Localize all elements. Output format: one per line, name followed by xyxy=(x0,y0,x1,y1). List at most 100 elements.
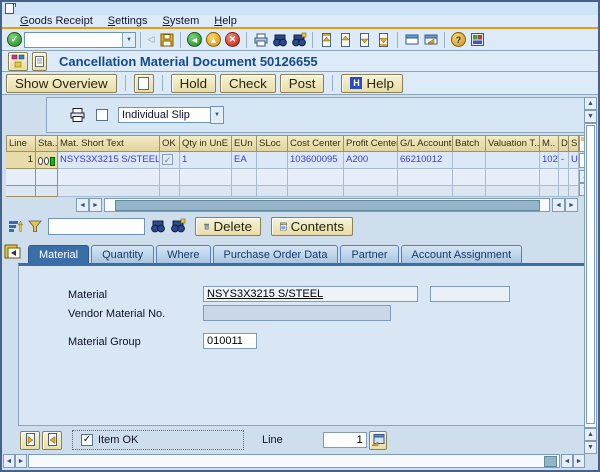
contents-button[interactable]: Contents xyxy=(271,217,353,236)
column-header[interactable]: Qty in UnE xyxy=(180,135,232,152)
main-vscroll-thumb[interactable] xyxy=(586,125,595,424)
table-row[interactable] xyxy=(6,186,579,197)
column-header[interactable]: Batch xyxy=(453,135,486,152)
previous-item-button[interactable] xyxy=(20,431,40,450)
cell-qty[interactable]: 1 xyxy=(180,152,232,169)
column-header[interactable]: SLoc xyxy=(257,135,288,152)
table-row[interactable] xyxy=(6,169,579,186)
main-vscroll-down-button2[interactable]: ▼ xyxy=(584,441,597,454)
cell-valuation_type[interactable] xyxy=(486,152,540,169)
menu-item[interactable]: Settings xyxy=(108,15,148,27)
menu-item[interactable]: System xyxy=(163,15,200,27)
delete-button[interactable]: Delete xyxy=(195,217,261,236)
help-button[interactable]: ? xyxy=(449,31,468,49)
table-find-button[interactable] xyxy=(149,217,167,235)
column-header[interactable]: Profit Center xyxy=(344,135,398,152)
main-vscroll-up-button[interactable]: ▲ xyxy=(584,97,597,110)
tab-quantity[interactable]: Quantity xyxy=(91,245,154,263)
find-button[interactable] xyxy=(270,31,289,49)
cell-short_text[interactable]: NSYS3X3215 S/STEEL xyxy=(58,152,160,169)
column-header[interactable]: Line xyxy=(6,135,36,152)
first-page-button[interactable] xyxy=(317,31,336,49)
check-button[interactable]: Check xyxy=(220,74,276,93)
show-overview-button[interactable]: Show Overview xyxy=(6,74,117,93)
create-shortcut-button[interactable] xyxy=(421,31,440,49)
command-field[interactable] xyxy=(25,34,122,46)
table-hscroll-thumb[interactable] xyxy=(115,200,540,211)
column-header[interactable]: Mat. Short Text xyxy=(58,135,160,152)
customize-layout-button[interactable] xyxy=(468,31,487,49)
command-enter-arrow-icon[interactable]: ◁ xyxy=(145,31,157,49)
column-header[interactable]: Cost Center xyxy=(288,135,344,152)
previous-page-button[interactable] xyxy=(336,31,355,49)
slip-type-combo[interactable]: Individual Slip ▼ xyxy=(118,106,224,124)
filter-button[interactable] xyxy=(26,217,44,235)
new-session-button[interactable] xyxy=(402,31,421,49)
table-hscroll-right-button2[interactable]: ► xyxy=(565,198,578,212)
table-hscroll-track[interactable] xyxy=(104,198,550,212)
material-group-field[interactable]: 010011 xyxy=(203,333,257,349)
main-vscroll-track[interactable] xyxy=(584,123,597,428)
find-next-button[interactable] xyxy=(289,31,308,49)
item-ok-checkbox[interactable]: ✓ xyxy=(81,434,93,446)
next-item-button[interactable] xyxy=(42,431,62,450)
exit-button[interactable]: ▲ xyxy=(204,31,223,49)
print-slip-checkbox[interactable] xyxy=(96,109,108,121)
table-hscroll-left-button[interactable]: ◄ xyxy=(76,198,89,212)
post-button[interactable]: Post xyxy=(280,74,325,93)
cell-cost_center[interactable]: 103600095 xyxy=(288,152,344,169)
cell-mvt[interactable]: 102 xyxy=(540,152,559,169)
cell-ok[interactable]: ✓ xyxy=(160,152,180,169)
last-page-button[interactable] xyxy=(374,31,393,49)
tab-material[interactable]: Material xyxy=(28,245,89,263)
material-extra-field[interactable] xyxy=(430,286,510,302)
cell-profit_center[interactable]: A200 xyxy=(344,152,398,169)
new-document-button[interactable] xyxy=(134,74,154,93)
sort-ascending-button[interactable] xyxy=(6,217,24,235)
table-search-input[interactable] xyxy=(49,219,144,234)
help-app-button[interactable]: H Help xyxy=(341,74,402,93)
main-hscroll-left-button[interactable]: ◄ xyxy=(3,454,15,468)
main-hscroll-thumb[interactable] xyxy=(544,456,557,467)
back-button[interactable]: ◄ xyxy=(185,31,204,49)
line-detail-button[interactable] xyxy=(369,431,387,450)
main-hscroll-track[interactable] xyxy=(28,454,560,468)
services-list-button[interactable] xyxy=(32,52,47,71)
main-vscroll-up-button2[interactable]: ▲ xyxy=(584,428,597,441)
tab-account-assignment[interactable]: Account Assignment xyxy=(401,245,523,263)
line-input[interactable] xyxy=(324,433,366,447)
column-header[interactable]: EUn xyxy=(232,135,257,152)
cell-s[interactable]: U xyxy=(569,152,579,169)
cell-d[interactable]: - xyxy=(559,152,569,169)
enter-button[interactable]: ✓ xyxy=(5,31,24,49)
column-header[interactable]: S xyxy=(569,135,579,152)
cell-status[interactable] xyxy=(36,152,58,169)
menu-item[interactable]: Help xyxy=(214,15,237,27)
command-history-icon[interactable]: ▼ xyxy=(122,33,135,47)
cell-line[interactable]: 1 xyxy=(6,152,36,169)
print-slip-icon[interactable] xyxy=(69,107,86,123)
main-hscroll-left-button2[interactable]: ◄ xyxy=(561,454,573,468)
cell-batch[interactable] xyxy=(453,152,486,169)
next-page-button[interactable] xyxy=(355,31,374,49)
main-hscroll-right-button2[interactable]: ► xyxy=(573,454,585,468)
overview-menu-button[interactable] xyxy=(8,52,28,71)
item-detail-button[interactable] xyxy=(4,243,21,260)
material-field[interactable]: NSYS3X3215 S/STEEL xyxy=(203,286,418,302)
column-header[interactable]: D xyxy=(559,135,569,152)
hold-button[interactable]: Hold xyxy=(171,74,216,93)
ok-checkbox[interactable]: ✓ xyxy=(162,154,173,165)
tab-purchase-order-data[interactable]: Purchase Order Data xyxy=(213,245,339,263)
tab-partner[interactable]: Partner xyxy=(340,245,398,263)
column-header[interactable]: M.. xyxy=(540,135,559,152)
main-hscroll-right-button[interactable]: ► xyxy=(15,454,27,468)
tab-where[interactable]: Where xyxy=(156,245,210,263)
cell-sloc[interactable] xyxy=(257,152,288,169)
table-hscroll-right-button[interactable]: ► xyxy=(89,198,102,212)
cancel-button[interactable]: ✕ xyxy=(223,31,242,49)
column-header[interactable]: Valuation T.. xyxy=(486,135,540,152)
table-hscroll-left-button2[interactable]: ◄ xyxy=(552,198,565,212)
cell-eun[interactable]: EA xyxy=(232,152,257,169)
cell-gl_account[interactable]: 66210012 xyxy=(398,152,453,169)
menu-item[interactable]: Goods Receipt xyxy=(20,15,93,27)
